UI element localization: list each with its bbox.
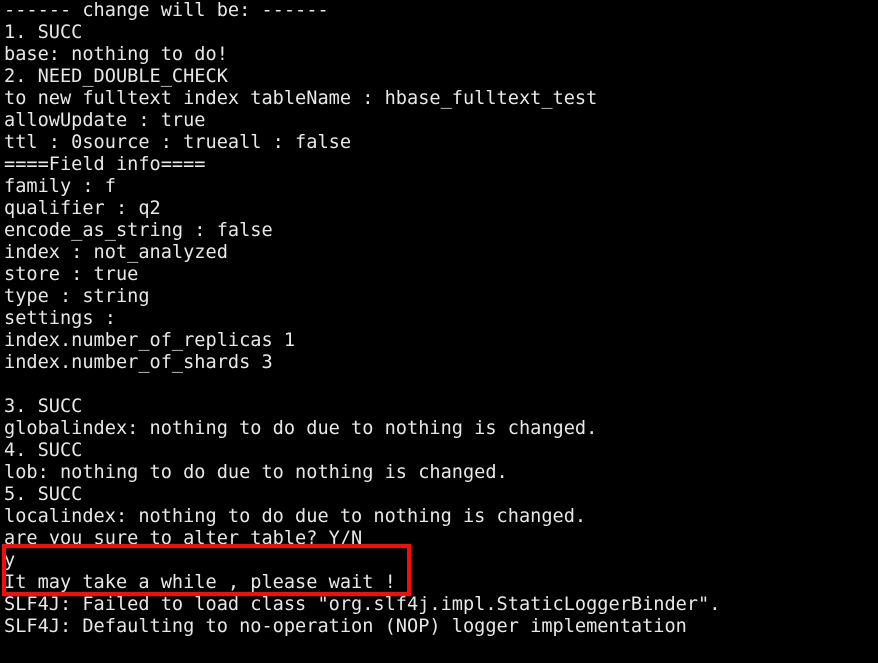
terminal-line: 1. SUCC — [4, 22, 83, 43]
terminal-line: index : not_analyzed — [4, 242, 228, 263]
terminal-line: 4. SUCC — [4, 440, 83, 461]
terminal-line: 5. SUCC — [4, 484, 83, 505]
terminal-line: SLF4J: Failed to load class "org.slf4j.i… — [4, 594, 721, 615]
console-output: ------ change will be: ------ 1. SUCC ba… — [0, 0, 878, 638]
terminal-line: encode_as_string : false — [4, 220, 273, 241]
confirm-prompt-line: are you sure to alter table? Y/N — [4, 528, 363, 549]
wait-message-line: It may take a while , please wait ! — [4, 572, 396, 593]
terminal-line: localindex: nothing to do due to nothing… — [4, 506, 587, 527]
terminal-line: family : f — [4, 176, 116, 197]
terminal-line: ------ change will be: ------ — [4, 0, 329, 21]
terminal-line: base: nothing to do! — [4, 44, 228, 65]
terminal-line: qualifier : q2 — [4, 198, 161, 219]
terminal-line: SLF4J: Defaulting to no-operation (NOP) … — [4, 616, 687, 637]
terminal-line: 2. NEED_DOUBLE_CHECK — [4, 66, 228, 87]
terminal-window[interactable]: ------ change will be: ------ 1. SUCC ba… — [0, 0, 878, 663]
terminal-line: ====Field info==== — [4, 154, 206, 175]
terminal-line: type : string — [4, 286, 150, 307]
terminal-line: allowUpdate : true — [4, 110, 206, 131]
terminal-line: store : true — [4, 264, 139, 285]
terminal-line: ttl : 0source : trueall : false — [4, 132, 352, 153]
terminal-line: 3. SUCC — [4, 396, 83, 417]
terminal-line: index.number_of_shards 3 — [4, 352, 273, 373]
terminal-line: globalindex: nothing to do due to nothin… — [4, 418, 598, 439]
terminal-line: lob: nothing to do due to nothing is cha… — [4, 462, 508, 483]
terminal-line: index.number_of_replicas 1 — [4, 330, 296, 351]
terminal-line: to new fulltext index tableName : hbase_… — [4, 88, 598, 109]
terminal-line: settings : — [4, 308, 116, 329]
user-answer-line[interactable]: y — [0, 550, 878, 572]
